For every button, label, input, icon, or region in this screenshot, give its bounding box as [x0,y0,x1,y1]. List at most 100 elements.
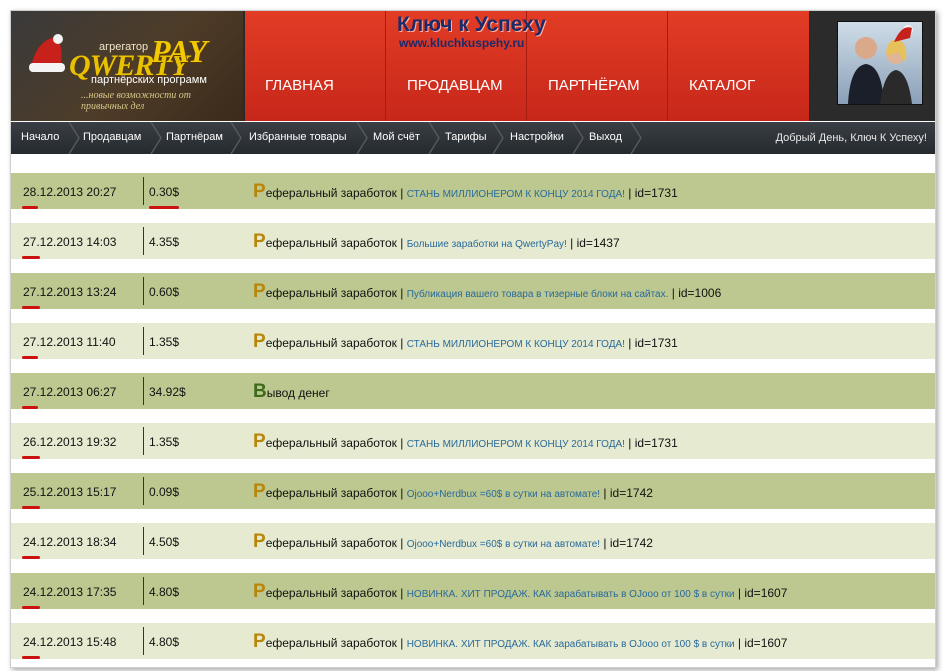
separator: | [396,236,407,250]
column-divider [143,427,144,455]
product-link[interactable]: Публикация вашего товара в тизерные блок… [407,289,669,300]
santa-hat-icon [29,34,65,72]
type-initial: Р [253,231,266,252]
chevron-separator-icon [150,122,162,154]
row-amount: 34.92$ [149,385,186,399]
row-description: Реферальный заработок | Ojooo+Nerdbux =6… [253,531,653,553]
type-label: ывод денег [266,386,330,400]
breadcrumb-sellers[interactable]: Продавцам [83,131,141,143]
chevron-separator-icon [230,122,242,154]
site-title[interactable]: Ключ к Успеху [397,13,546,37]
breadcrumb-favorites[interactable]: Избранные товары [249,131,347,143]
type-initial: Р [253,181,266,202]
product-link[interactable]: СТАНЬ МИЛЛИОНЕРОМ К КОНЦУ 2014 ГОДА! [407,189,625,200]
breadcrumb-bar: Начало Продавцам Партнёрам Избранные тов… [11,122,935,154]
product-link[interactable]: СТАНЬ МИЛЛИОНЕРОМ К КОНЦУ 2014 ГОДА! [407,339,625,350]
breadcrumb-logout[interactable]: Выход [589,131,622,143]
column-divider [143,327,144,355]
table-row: 24.12.2013 15:48 4.80$ Реферальный зараб… [11,623,935,659]
menu-item-partners[interactable]: ПАРТНЁРАМ [548,77,640,94]
breadcrumb-start[interactable]: Начало [21,131,59,143]
qwertypay-logo[interactable]: агрегатор QWERTY PAY партнёрских програм… [11,11,243,121]
type-initial: Р [253,531,266,552]
menu-item-home[interactable]: ГЛАВНАЯ [265,77,334,94]
separator: | [600,486,610,500]
type-initial: Р [253,631,266,652]
row-date: 27.12.2013 06:27 [23,385,117,399]
table-row: 27.12.2013 11:40 1.35$ Реферальный зараб… [11,323,935,359]
table-row: 24.12.2013 18:34 4.50$ Реферальный зараб… [11,523,935,559]
row-date: 28.12.2013 20:27 [23,185,117,199]
separator: | [668,286,679,300]
product-link[interactable]: НОВИНКА. ХИТ ПРОДАЖ. КАК зарабатывать в … [407,589,735,600]
separator: | [734,636,745,650]
breadcrumb-tariffs[interactable]: Тарифы [445,131,487,143]
row-id: id=1742 [609,486,653,500]
table-row: 28.12.2013 20:27 0.30$ Реферальный зараб… [11,173,935,209]
separator: | [396,336,407,350]
product-link[interactable]: Ojooo+Nerdbux =60$ в сутки на автомате! [407,539,600,550]
breadcrumb-partners[interactable]: Партнёрам [166,131,223,143]
annotation-mark [22,256,40,259]
annotation-mark [22,606,40,609]
row-id: id=1731 [634,186,678,200]
row-id: id=1607 [744,636,788,650]
annotation-mark [22,556,40,559]
table-row: 27.12.2013 13:24 0.60$ Реферальный зараб… [11,273,935,309]
chevron-separator-icon [492,122,504,154]
type-label: еферальный заработок [265,586,397,600]
column-divider [143,527,144,555]
row-id: id=1006 [678,286,722,300]
profile-photo[interactable] [837,21,923,105]
type-label: еферальный заработок [265,536,397,550]
product-link[interactable]: НОВИНКА. ХИТ ПРОДАЖ. КАК зарабатывать в … [407,639,735,650]
row-amount: 4.50$ [149,535,180,549]
row-description: Реферальный заработок | НОВИНКА. ХИТ ПРО… [253,581,787,603]
type-label: еферальный заработок [265,236,397,250]
annotation-mark [22,356,38,359]
row-description: Реферальный заработок | Публикация вашег… [253,281,721,303]
row-description: Реферальный заработок | Большие заработк… [253,231,620,253]
menu-item-sellers[interactable]: ПРОДАВЦАМ [407,77,503,94]
type-label: еферальный заработок [265,636,397,650]
site-url[interactable]: www.kluchkuspehy.ru [399,36,524,50]
product-link[interactable]: Ojooo+Nerdbux =60$ в сутки на автомате! [407,489,600,500]
row-date: 24.12.2013 17:35 [23,585,117,599]
type-label: еферальный заработок [265,486,397,500]
annotation-mark [22,306,40,309]
breadcrumb-my-account[interactable]: Мой счёт [373,131,420,143]
chevron-separator-icon [630,122,642,154]
table-row: 27.12.2013 06:27 34.92$ Вывод денег [11,373,935,409]
row-date: 26.12.2013 19:32 [23,435,117,449]
row-amount: 0.09$ [149,485,180,499]
site-header: агрегатор QWERTY PAY партнёрских програм… [11,11,935,121]
annotation-mark [22,456,40,459]
annotation-mark [22,206,38,209]
product-link[interactable]: СТАНЬ МИЛЛИОНЕРОМ К КОНЦУ 2014 ГОДА! [407,439,625,450]
table-row: 24.12.2013 17:35 4.80$ Реферальный зараб… [11,573,935,609]
column-divider [143,177,144,205]
row-id: id=1607 [744,586,788,600]
greeting-text: Добрый День, Ключ К Успеху! [775,132,927,144]
row-amount: 1.35$ [149,335,180,349]
column-divider [143,627,144,655]
product-link[interactable]: Большие заработки на QwertyPay! [407,239,567,250]
breadcrumb-settings[interactable]: Настройки [510,131,564,143]
row-description: Реферальный заработок | СТАНЬ МИЛЛИОНЕРО… [253,431,678,453]
row-date: 25.12.2013 15:17 [23,485,117,499]
type-initial: Р [253,331,266,352]
row-date: 24.12.2013 18:34 [23,535,117,549]
logo-subtitle: партнёрских программ [91,74,207,86]
menu-divider [667,11,668,121]
type-initial: Р [253,281,266,302]
menu-divider [385,11,386,121]
separator: | [600,536,610,550]
separator: | [396,586,407,600]
chevron-separator-icon [572,122,584,154]
type-initial: Р [253,481,266,502]
type-label: еферальный заработок [265,286,397,300]
row-id: id=1731 [634,336,678,350]
menu-item-catalog[interactable]: КАТАЛОГ [689,77,755,94]
separator: | [396,536,407,550]
row-id: id=1742 [609,536,653,550]
